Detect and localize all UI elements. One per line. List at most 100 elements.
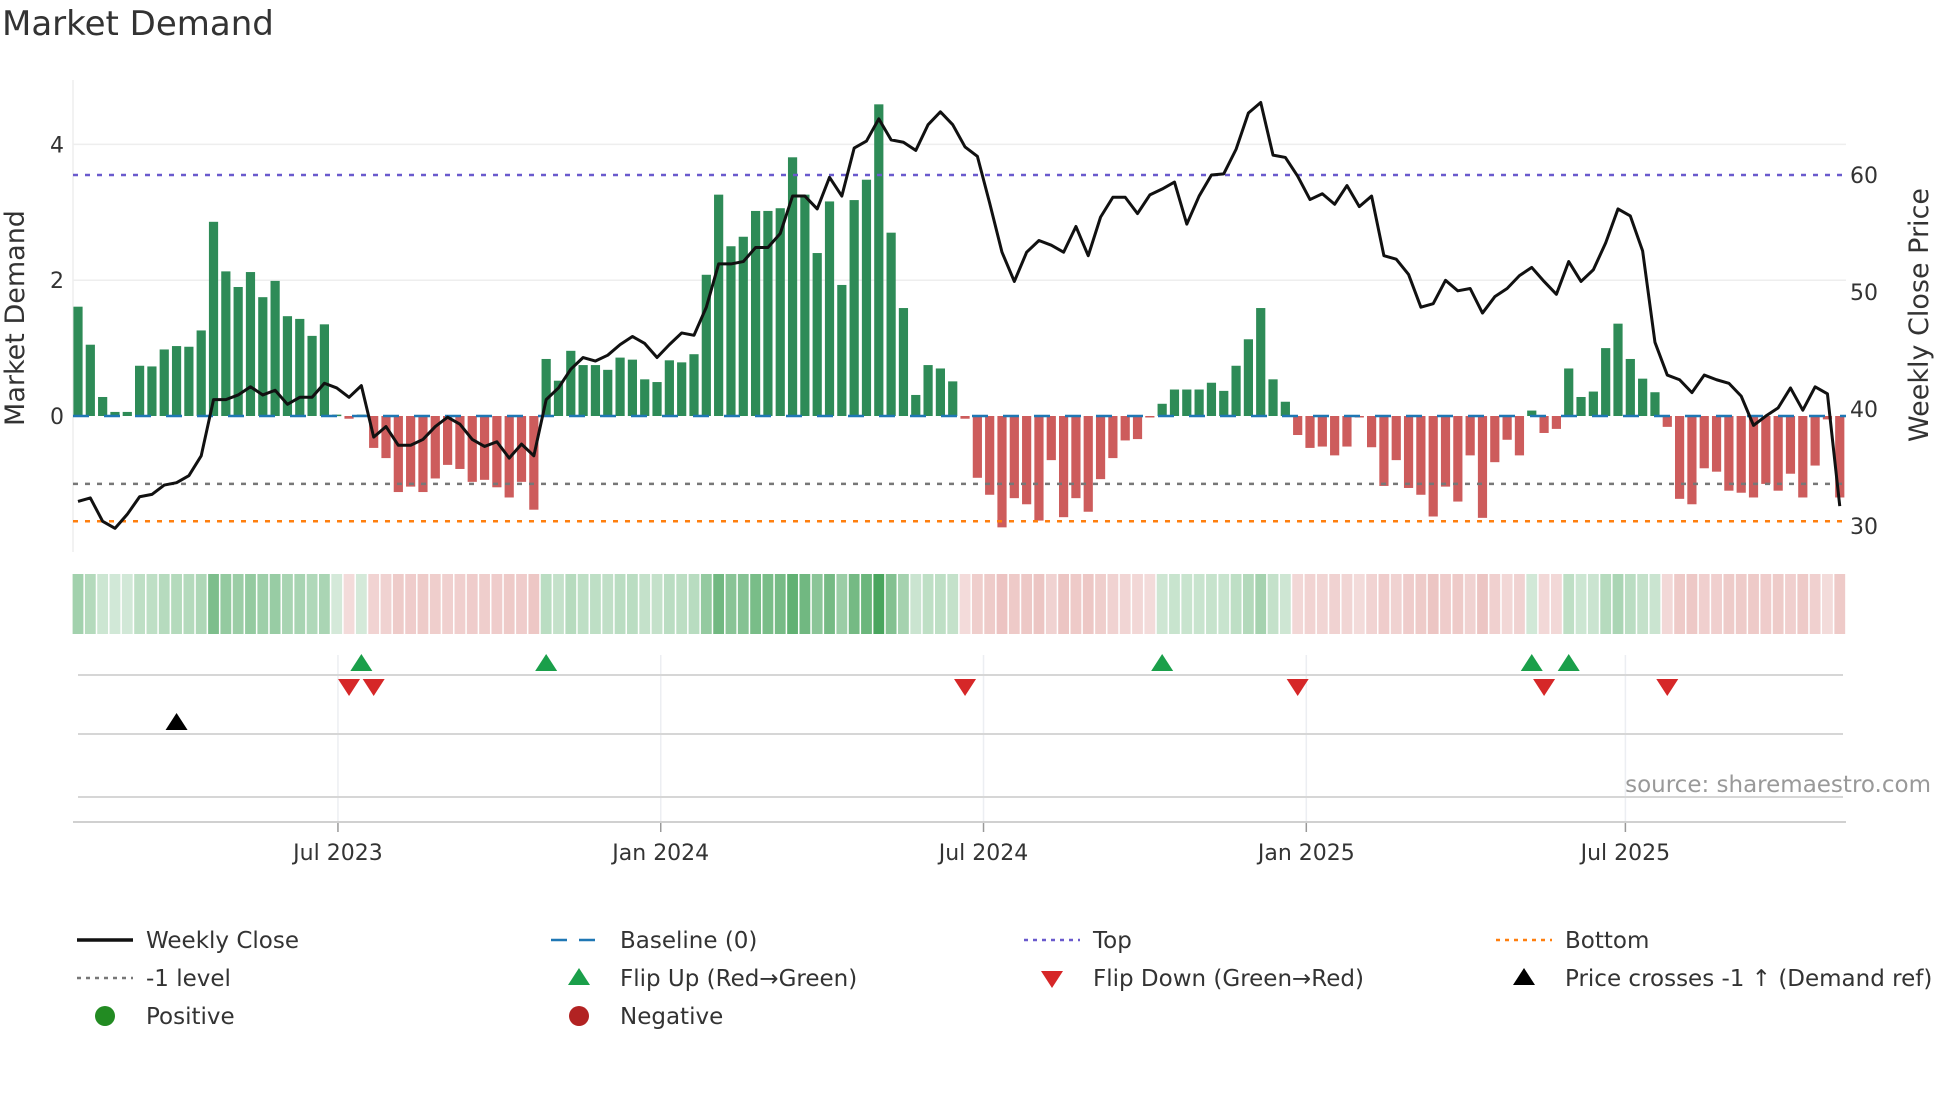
heat-cell [158, 574, 170, 634]
heat-cell [1218, 574, 1230, 634]
demand-bar [1810, 416, 1820, 466]
heat-cell [700, 574, 712, 634]
y-tick-label: 4 [50, 133, 64, 158]
heat-cell [602, 574, 614, 634]
heat-cell [1440, 574, 1451, 634]
heat-cell [146, 574, 158, 634]
legend-dot-icon [569, 1006, 589, 1026]
demand-bar [1699, 416, 1709, 469]
heat-cell [208, 574, 219, 634]
legend-item-line-dotted: -1 level [77, 966, 231, 992]
demand-bar [122, 411, 132, 416]
demand-bar [184, 346, 194, 416]
demand-bar [1687, 416, 1697, 505]
legend-label: Negative [620, 1004, 723, 1030]
demand-bar [652, 382, 662, 416]
legend-label: Flip Down (Green→Red) [1093, 966, 1364, 992]
demand-bar [1046, 416, 1056, 461]
flip-up-marker [1557, 654, 1580, 671]
heat-cell [220, 574, 232, 634]
heat-cell [392, 574, 404, 634]
demand-bar [1231, 365, 1241, 416]
demand-bar [1095, 416, 1106, 480]
demand-bar [1280, 401, 1290, 416]
demand-bar [319, 324, 329, 416]
heat-cell [1267, 574, 1279, 634]
heat-cell [1501, 574, 1513, 634]
y2-axis-label: Weekly Close Price [1904, 188, 1935, 442]
legend-item-dot: Negative [569, 1004, 723, 1030]
heat-cell [1809, 574, 1821, 634]
heat-cell [171, 574, 182, 634]
demand-bar [948, 381, 958, 416]
demand-bar [1182, 389, 1192, 416]
demand-bar [923, 365, 933, 416]
demand-bar [221, 271, 231, 416]
legend-item-tri-up: Price crosses -1 ↑ (Demand ref) [1513, 966, 1932, 992]
heat-cell [1329, 574, 1341, 634]
heat-cell [1612, 574, 1624, 634]
heat-cell [1649, 574, 1661, 634]
heat-cell [1797, 574, 1809, 634]
demand-bar [997, 416, 1007, 528]
heat-cell [873, 574, 885, 634]
heat-cell [1144, 574, 1156, 634]
legend-triangle-up-icon [1513, 968, 1535, 985]
heat-cell [1477, 574, 1488, 634]
demand-bar [812, 253, 822, 416]
demand-bar [861, 179, 872, 416]
demand-bar [603, 369, 613, 416]
heat-cell [861, 574, 872, 634]
heat-cell [528, 574, 540, 634]
x-tick-label: Jul 2025 [1579, 841, 1671, 866]
demand-bar [1293, 416, 1303, 436]
flip-up-marker [1151, 654, 1174, 671]
demand-bar [135, 365, 145, 416]
demand-bar [381, 416, 391, 459]
heat-cell [737, 574, 749, 634]
y2-tick-label: 50 [1850, 281, 1878, 306]
heat-cell [1674, 574, 1685, 634]
demand-bar [98, 396, 108, 416]
heat-cell [257, 574, 269, 634]
demand-bar [972, 416, 982, 478]
demand-bar [726, 246, 736, 416]
heat-cell [516, 574, 527, 634]
demand-bar [1613, 323, 1623, 416]
demand-bar [1638, 378, 1648, 416]
heat-cell [676, 574, 688, 634]
heat-cell [1353, 574, 1365, 634]
heat-cell [959, 574, 971, 634]
legend-item-tri-up: Flip Up (Red→Green) [568, 966, 857, 992]
heat-cell [1169, 574, 1180, 634]
heat-cell [195, 574, 207, 634]
demand-bar [824, 201, 835, 416]
y-tick-label: 0 [50, 405, 64, 430]
demand-bar [406, 416, 416, 487]
heat-cell [109, 574, 121, 634]
heat-cell [84, 574, 96, 634]
demand-bar [1539, 416, 1549, 433]
heat-cell [565, 574, 577, 634]
legend-label: Flip Up (Red→Green) [620, 966, 857, 992]
demand-bar [1576, 396, 1586, 416]
heat-cell [294, 574, 306, 634]
heat-cell [355, 574, 367, 634]
legend-dot-icon [95, 1006, 115, 1026]
demand-bar [1391, 416, 1401, 461]
demand-bar [1514, 416, 1525, 456]
heat-cell [639, 574, 651, 634]
heat-cell [898, 574, 909, 634]
legend-label: Weekly Close [146, 928, 299, 954]
x-tick-label: Jul 2024 [937, 841, 1029, 866]
heat-cell [663, 574, 675, 634]
demand-bar [886, 232, 896, 416]
demand-bar [171, 346, 182, 416]
heat-cell [1489, 574, 1501, 634]
demand-bar [1305, 416, 1315, 448]
heat-cell [380, 574, 392, 634]
heat-cell [245, 574, 256, 634]
flip-down-marker [954, 679, 977, 696]
legend-label: -1 level [146, 966, 231, 992]
heat-cell [1785, 574, 1796, 634]
